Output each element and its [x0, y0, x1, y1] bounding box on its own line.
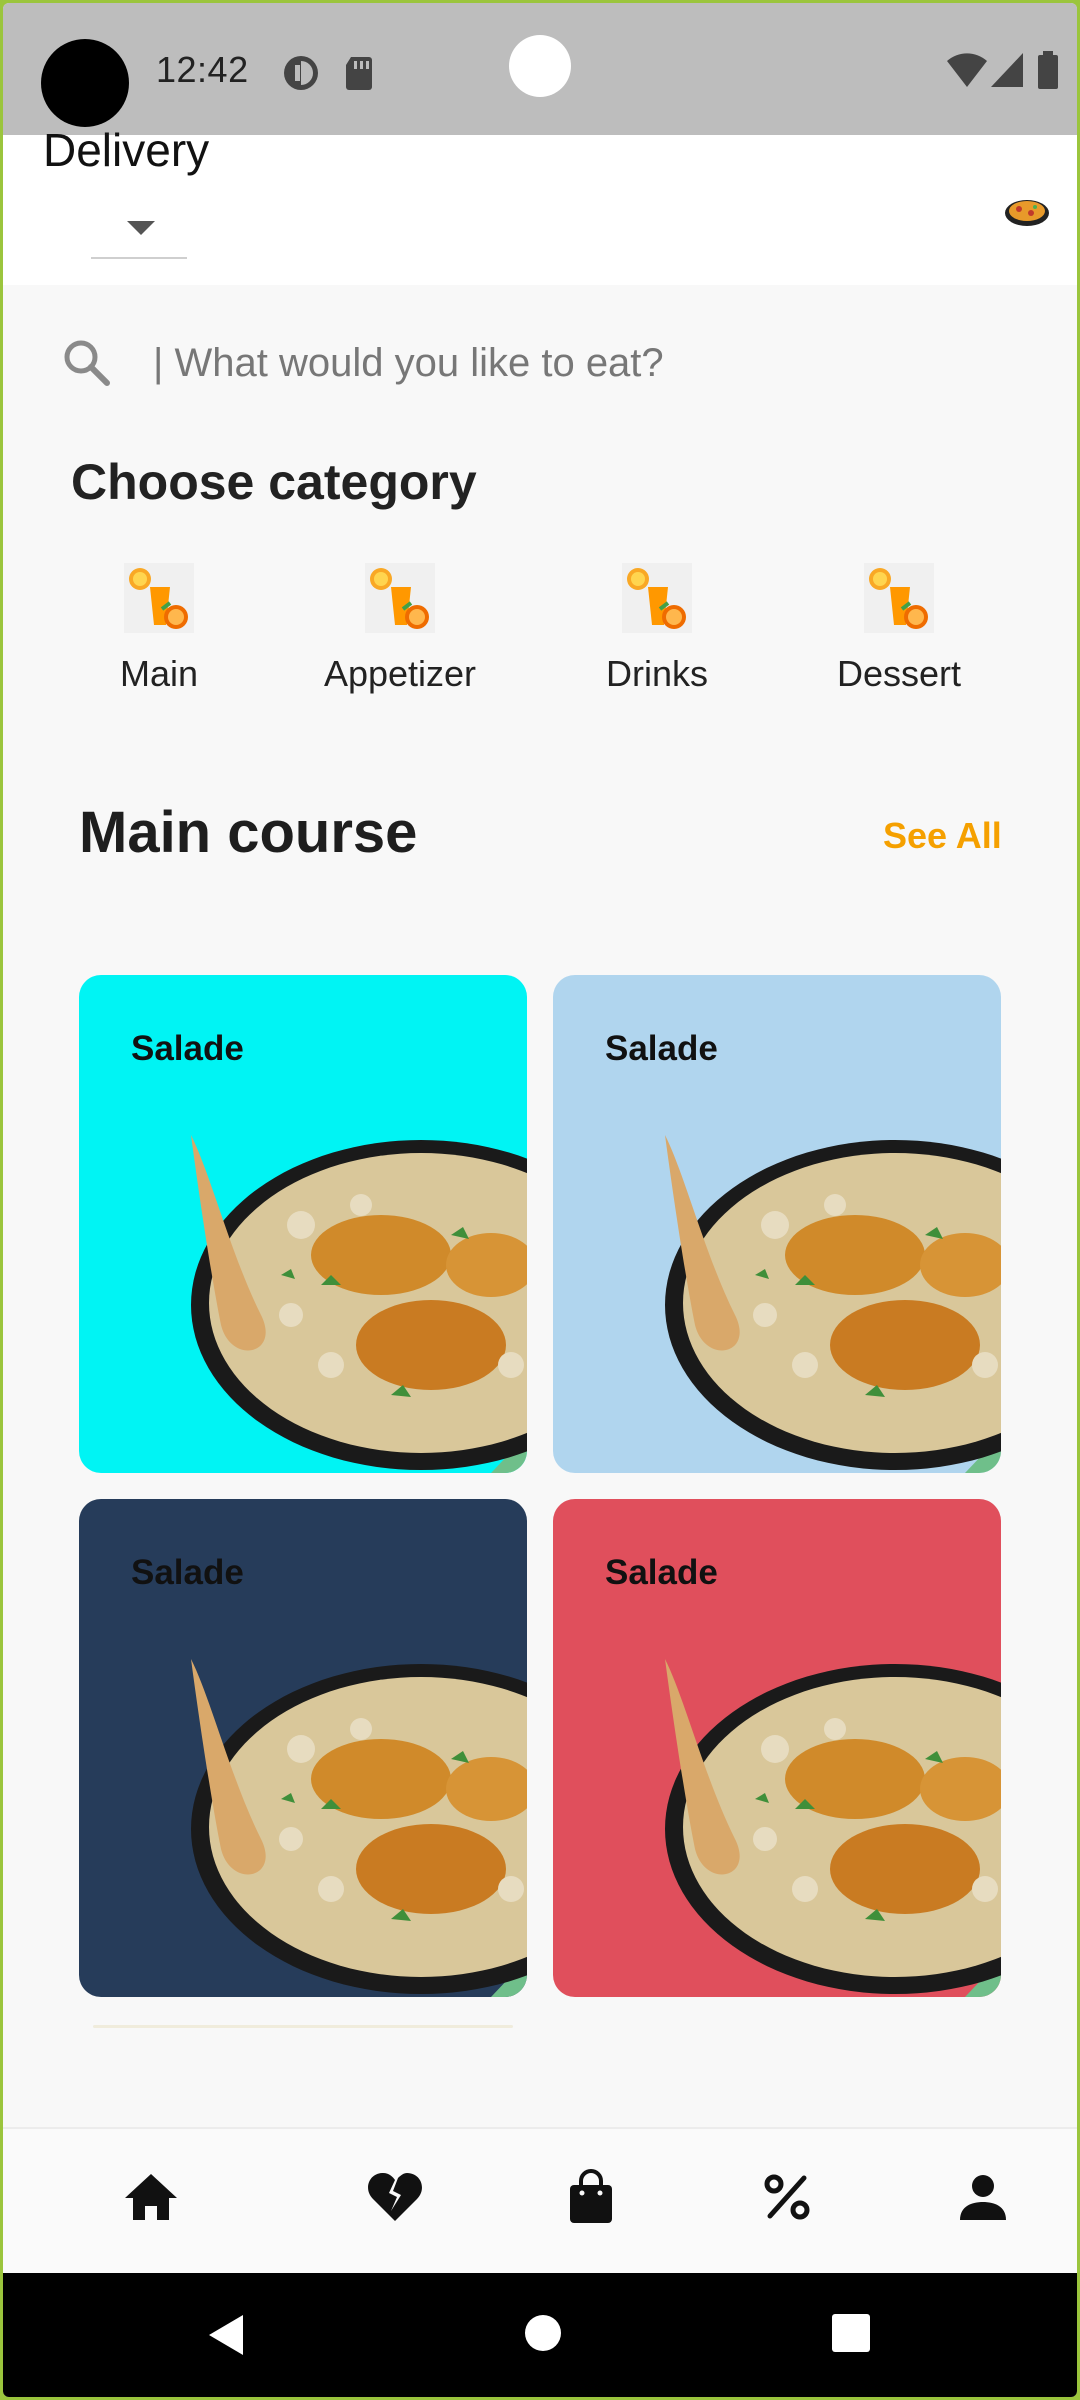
- category-label: Main: [119, 653, 199, 694]
- card-title: Salade: [605, 1029, 718, 1068]
- category-item-appetizer[interactable]: Appetizer: [300, 563, 500, 695]
- orange-juice-icon: [365, 563, 435, 633]
- card-title: Salade: [131, 1029, 244, 1068]
- camera-cutout: [41, 39, 129, 127]
- food-card[interactable]: Salade: [79, 1499, 527, 1997]
- sd-card-icon: [346, 57, 372, 90]
- chicken-skillet-image: [191, 1135, 527, 1473]
- search-icon: [64, 340, 110, 386]
- category-item-dessert[interactable]: Dessert: [799, 563, 999, 695]
- shopping-bag-icon: [570, 2169, 612, 2223]
- search-bar: [3, 313, 1077, 413]
- battery-icon: [1038, 51, 1058, 89]
- bottom-navigation: [3, 2127, 1077, 2273]
- nav-offers[interactable]: [747, 2157, 827, 2237]
- category-item-main[interactable]: Main: [59, 563, 259, 695]
- status-bar: 12:42: [3, 3, 1077, 135]
- chicken-skillet-image: [191, 1659, 527, 1997]
- category-list: Main Appetizer Drinks Dessert: [3, 563, 1077, 723]
- list-end-divider: [93, 2025, 513, 2028]
- nav-home[interactable]: [111, 2157, 191, 2237]
- cell-signal-icon: [991, 53, 1023, 87]
- food-card[interactable]: Salade: [553, 975, 1001, 1473]
- location-dropdown[interactable]: [91, 195, 187, 259]
- recents-icon[interactable]: [831, 2313, 871, 2353]
- card-title: Salade: [131, 1553, 244, 1592]
- percent-icon: [764, 2174, 810, 2220]
- search-input[interactable]: [153, 331, 1013, 395]
- category-label: Appetizer: [323, 653, 477, 694]
- chicken-skillet-image: [665, 1659, 1001, 1997]
- status-time: 12:42: [156, 49, 249, 90]
- nav-profile[interactable]: [943, 2157, 1023, 2237]
- orange-juice-icon: [864, 563, 934, 633]
- broken-heart-icon: [368, 2173, 422, 2221]
- front-sensor: [509, 35, 571, 97]
- system-navigation-bar: [3, 2273, 1077, 2397]
- data-saver-icon: [284, 56, 318, 90]
- home-button-icon[interactable]: [523, 2313, 563, 2353]
- category-label: Drinks: [605, 653, 708, 694]
- back-icon[interactable]: [205, 2313, 247, 2357]
- chicken-skillet-image: [665, 1135, 1001, 1473]
- home-icon: [125, 2174, 177, 2220]
- food-card[interactable]: Salade: [79, 975, 527, 1473]
- nav-favorites[interactable]: [355, 2157, 435, 2237]
- category-label: Dessert: [836, 653, 962, 694]
- dropdown-arrow-icon: [127, 221, 155, 235]
- wifi-icon: [947, 53, 987, 87]
- card-title: Salade: [605, 1553, 718, 1592]
- see-all-link[interactable]: See All: [883, 815, 1002, 857]
- category-item-drinks[interactable]: Drinks: [557, 563, 757, 695]
- main-course-title: Main course: [79, 800, 418, 865]
- paella-logo-icon[interactable]: [1001, 191, 1053, 231]
- category-section-title: Choose category: [71, 454, 477, 510]
- food-card[interactable]: Salade: [553, 1499, 1001, 1997]
- app-screen: 12:42 Delivery | What would you like to …: [3, 3, 1077, 2397]
- orange-juice-icon: [622, 563, 692, 633]
- person-icon: [960, 2175, 1006, 2220]
- nav-cart[interactable]: [551, 2157, 631, 2237]
- page-title: Delivery: [43, 124, 210, 176]
- app-bar: Delivery: [3, 124, 1077, 285]
- orange-juice-icon: [124, 563, 194, 633]
